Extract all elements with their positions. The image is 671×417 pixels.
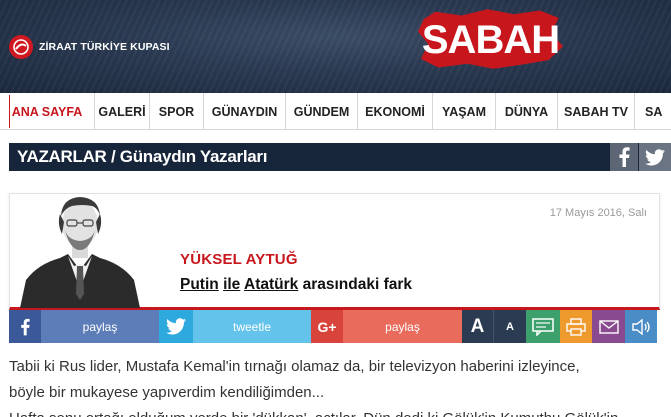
site-header: ZİRAAT TÜRKİYE KUPASI SABAH <box>0 0 671 93</box>
nav-item-sabah-tv[interactable]: SABAH TV <box>557 93 634 130</box>
facebook-icon[interactable] <box>610 143 638 171</box>
twitter-icon <box>159 310 193 343</box>
main-nav: ANA SAYFA GALERİ SPOR GÜNAYDIN GÜNDEM EK… <box>0 93 671 130</box>
headline-link-ataturk[interactable]: Atatürk <box>244 276 298 293</box>
facebook-icon <box>9 310 41 343</box>
cup-logo-icon <box>9 35 33 59</box>
body-line: Hafta sonu ortağı olduğum yerde bir 'dük… <box>9 406 671 417</box>
nav-item-spor[interactable]: SPOR <box>149 93 203 130</box>
nav-item-yasam[interactable]: YAŞAM <box>432 93 495 130</box>
nav-active-marker <box>9 95 10 128</box>
author-photo <box>20 194 140 308</box>
nav-item-dunya[interactable]: DÜNYA <box>495 93 557 130</box>
section-bar: YAZARLAR / Günaydın Yazarları <box>9 143 671 171</box>
facebook-share-label: paylaş <box>82 319 118 334</box>
twitter-share-button[interactable]: tweetle <box>159 310 311 343</box>
cup-text: ZİRAAT TÜRKİYE KUPASI <box>39 41 170 53</box>
author-name[interactable]: YÜKSEL AYTUĞ <box>180 251 298 268</box>
body-line: Tabii ki Rus lider, Mustafa Kemal'in tır… <box>9 358 580 375</box>
font-decrease-button[interactable]: A <box>494 310 526 343</box>
headline-rest: arasındaki fark <box>302 276 413 293</box>
article-body: Tabii ki Rus lider, Mustafa Kemal'in tır… <box>9 354 671 417</box>
headline-link-putin[interactable]: Putin <box>180 276 219 293</box>
nav-item-gunaydin[interactable]: GÜNAYDIN <box>203 93 285 130</box>
nav-item-gundem[interactable]: GÜNDEM <box>285 93 357 130</box>
gplus-share-button[interactable]: G+ paylaş <box>311 310 462 343</box>
body-line: böyle bir mukayese yapıverdim kendiliğim… <box>9 384 325 401</box>
listen-button[interactable] <box>625 310 657 343</box>
comment-icon <box>532 317 554 336</box>
nav-item-ekonomi[interactable]: EKONOMİ <box>357 93 432 130</box>
ziraat-cup-link[interactable]: ZİRAAT TÜRKİYE KUPASI <box>9 35 170 59</box>
print-icon <box>566 317 586 336</box>
author-card: 17 Mayıs 2016, Salı YÜKSEL AYTUĞ Putin i… <box>9 193 660 310</box>
nav-item-ana-sayfa[interactable]: ANA SAYFA <box>0 93 94 130</box>
page: ZİRAAT TÜRKİYE KUPASI SABAH ANA SAYFA GA… <box>0 0 671 417</box>
sound-icon <box>632 318 650 335</box>
facebook-share-button[interactable]: paylaş <box>9 310 159 343</box>
nav-item-sa[interactable]: SA <box>634 93 671 130</box>
mail-button[interactable] <box>592 310 625 343</box>
article-headline[interactable]: Putin ile Atatürk arasındaki fark <box>180 276 412 294</box>
mail-icon <box>598 319 619 334</box>
section-title: YAZARLAR / Günaydın Yazarları <box>17 147 268 166</box>
article-date: 17 Mayıs 2016, Salı <box>549 207 647 219</box>
nav-item-galeri[interactable]: GALERİ <box>94 93 149 130</box>
sabah-logo[interactable]: SABAH <box>418 8 563 70</box>
gplus-share-label: paylaş <box>385 319 420 334</box>
logo-text: SABAH <box>421 18 560 62</box>
headline-link-ile[interactable]: ile <box>223 276 240 293</box>
twitter-icon[interactable] <box>639 143 671 171</box>
comment-button[interactable] <box>526 310 560 343</box>
twitter-share-label: tweetle <box>232 319 272 334</box>
google-plus-icon: G+ <box>311 310 343 343</box>
font-increase-button[interactable]: A <box>462 310 494 343</box>
share-toolbar: paylaş tweetle G+ paylaş A A <box>9 310 660 343</box>
print-button[interactable] <box>560 310 592 343</box>
